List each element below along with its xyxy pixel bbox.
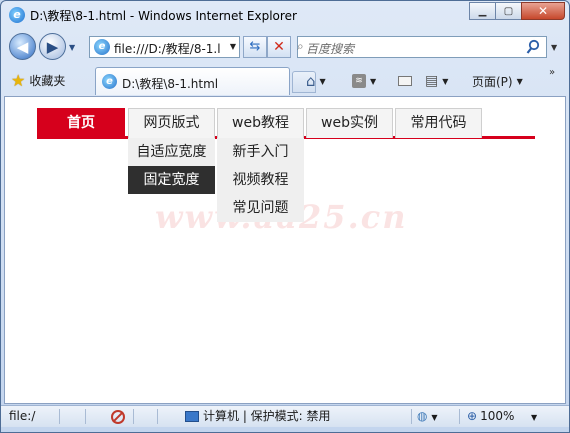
nav-item-examples[interactable]: web实例 <box>306 108 393 138</box>
tab-title: D:\教程\8-1.html <box>122 77 219 91</box>
submenu-tutorial: 新手入门 视频教程 常见问题 <box>217 138 304 222</box>
feeds-button[interactable]: ≋ ▼ <box>352 71 376 91</box>
search-icon[interactable] <box>526 39 540 55</box>
toolbar-overflow-icon[interactable]: » <box>549 67 555 78</box>
tab-page-icon: e <box>102 74 117 89</box>
chevron-down-icon: ▼ <box>516 76 523 86</box>
zoom-icon: ⊕ <box>467 409 478 423</box>
submenu-item-fixed-width[interactable]: 固定宽度 <box>128 166 215 194</box>
status-divider <box>157 409 158 424</box>
submenu-item-fluid-width[interactable]: 自适应宽度 <box>128 138 215 166</box>
arrow-left-icon: ◀ <box>16 37 29 56</box>
search-engine-icon: ⌕ <box>297 39 304 53</box>
ie-logo-icon: e <box>9 7 25 23</box>
zone-text: 计算机 | 保护模式: 禁用 <box>203 409 331 423</box>
blocked-icon <box>111 409 125 424</box>
status-divider <box>411 409 412 424</box>
submenu-item-faq[interactable]: 常见问题 <box>217 194 304 222</box>
caption-buttons: ▁ ▢ ✕ <box>469 2 565 20</box>
search-box[interactable]: ⌕ 百度搜索 <box>297 36 547 58</box>
submenu-item-video[interactable]: 视频教程 <box>217 166 304 194</box>
mail-icon <box>398 76 412 86</box>
address-row: ◀ ▶ ▼ e file:///D:/教程/8-1.l ▼ ⇆ ✕ ⌕ 百度搜索… <box>1 31 569 63</box>
refresh-icon: ⇆ <box>249 39 261 54</box>
chevron-down-icon: ▼ <box>319 76 326 86</box>
chevron-down-icon: ▼ <box>370 76 377 86</box>
minimize-button[interactable]: ▁ <box>469 2 496 20</box>
chevron-down-icon: ▼ <box>442 76 449 86</box>
tab-row: ★ 收藏夹 e D:\教程\8-1.html ⌂ ▼ ≋ ▼ ▤ ▼ 页面(P) ▼ » <box>1 65 569 95</box>
mail-button[interactable] <box>398 71 412 91</box>
print-button[interactable]: ▤ ▼ <box>425 71 448 91</box>
status-divider <box>133 409 134 424</box>
browser-tab[interactable]: e D:\教程\8-1.html <box>95 67 290 95</box>
zoom-level: 100% <box>480 409 515 423</box>
stop-icon: ✕ <box>273 39 285 55</box>
site-navigation: 首页 网页版式 web教程 web实例 常用代码 <box>37 108 535 139</box>
url-field[interactable]: file:///D:/教程/8-1.l <box>114 40 224 57</box>
computer-icon <box>185 411 199 422</box>
page-menu-button[interactable]: 页面(P) ▼ <box>472 71 523 91</box>
zoom-control[interactable]: ⊕ 100% <box>467 406 514 427</box>
maximize-button[interactable]: ▢ <box>495 2 522 20</box>
printer-icon: ▤ <box>425 73 439 89</box>
home-icon: ⌂ <box>306 72 316 90</box>
submenu-layout: 自适应宽度 固定宽度 <box>128 138 215 194</box>
refresh-button[interactable]: ⇆ <box>243 36 267 58</box>
window-title: D:\教程\8-1.html - Windows Internet Explor… <box>30 9 297 23</box>
home-button[interactable]: ⌂ ▼ <box>306 71 326 91</box>
rss-icon: ≋ <box>352 74 366 88</box>
address-dropdown-icon[interactable]: ▼ <box>230 42 236 51</box>
arrow-right-icon: ▶ <box>46 37 59 56</box>
status-bar: file:/ 计算机 | 保护模式: 禁用 ◍ ▼ ⊕ 100% ▼ <box>1 405 569 427</box>
security-zone[interactable]: 计算机 | 保护模式: 禁用 <box>185 406 331 427</box>
status-divider <box>85 409 86 424</box>
forward-button[interactable]: ▶ <box>39 33 66 60</box>
favorites-label: 收藏夹 <box>29 73 66 88</box>
blocked-content-indicator[interactable] <box>111 406 125 427</box>
stop-button[interactable]: ✕ <box>267 36 291 58</box>
globe-icon: ◍ <box>417 409 428 423</box>
recent-pages-dropdown[interactable]: ▼ <box>69 43 75 52</box>
nav-item-tutorial[interactable]: web教程 <box>217 108 304 138</box>
star-icon: ★ <box>11 70 26 90</box>
address-bar[interactable]: e file:///D:/教程/8-1.l ▼ <box>89 36 240 58</box>
page-icon: e <box>94 39 110 55</box>
browser-window: e D:\教程\8-1.html - Windows Internet Expl… <box>0 0 570 433</box>
protected-mode-button[interactable]: ◍ ▼ <box>417 406 437 427</box>
close-button[interactable]: ✕ <box>521 2 565 20</box>
page-menu-label: 页面(P) <box>472 74 513 89</box>
status-text: file:/ <box>9 409 36 423</box>
back-button[interactable]: ◀ <box>9 33 36 60</box>
status-divider <box>459 409 460 424</box>
submenu-item-beginner[interactable]: 新手入门 <box>217 138 304 166</box>
status-divider <box>59 409 60 424</box>
chevron-down-icon: ▼ <box>431 413 438 422</box>
search-options-dropdown[interactable]: ▼ <box>551 43 557 52</box>
zoom-dropdown[interactable]: ▼ <box>531 406 537 427</box>
page-content: www.aa25.cn 首页 网页版式 web教程 web实例 常用代码 自适应… <box>4 96 566 404</box>
nav-item-home[interactable]: 首页 <box>37 108 125 138</box>
nav-item-layout[interactable]: 网页版式 <box>128 108 215 138</box>
chevron-down-icon: ▼ <box>531 413 538 422</box>
search-placeholder: 百度搜索 <box>306 42 355 56</box>
title-bar: e D:\教程\8-1.html - Windows Internet Expl… <box>1 1 569 29</box>
nav-item-code[interactable]: 常用代码 <box>395 108 482 138</box>
favorites-button[interactable]: ★ 收藏夹 <box>11 69 65 91</box>
